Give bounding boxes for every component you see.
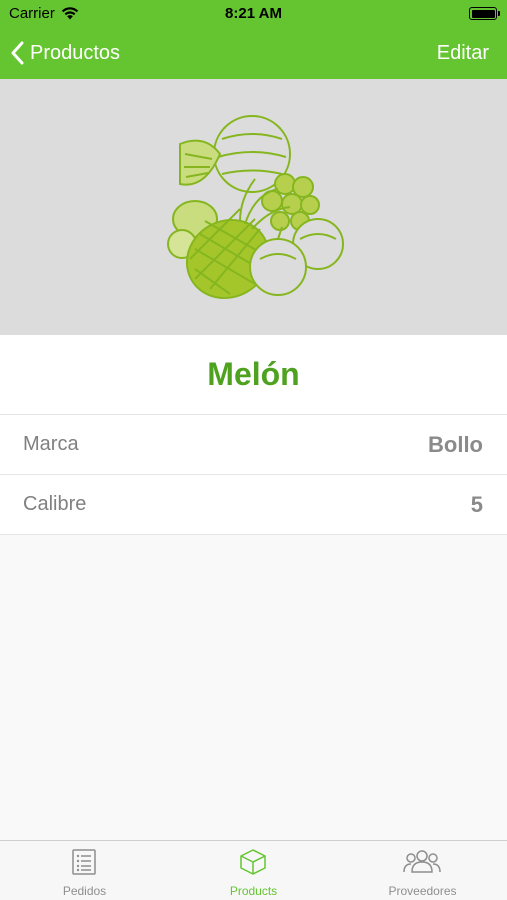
status-time: 8:21 AM — [225, 5, 282, 22]
back-button-label: Productos — [30, 41, 121, 64]
product-title: Melón — [207, 356, 300, 392]
tab-label: Proveedores — [388, 884, 457, 898]
tab-label: Pedidos — [62, 884, 107, 898]
product-title-row: Melón — [0, 335, 507, 415]
tab-proveedores[interactable]: Proveedores — [338, 841, 507, 900]
chevron-left-icon — [11, 41, 24, 65]
battery-icon — [469, 7, 500, 20]
field-row-calibre[interactable]: Calibre 5 — [0, 475, 507, 535]
people-icon — [403, 850, 441, 873]
fruit-illustration — [167, 115, 344, 300]
tab-bar: Pedidos Products Proveedores — [0, 840, 507, 900]
navigation-bar: Productos Editar — [0, 28, 507, 79]
tab-label: Products — [229, 884, 278, 898]
status-bar: Carrier 8:21 AM — [0, 0, 507, 28]
list-icon — [72, 849, 96, 875]
product-image-area — [0, 79, 507, 335]
field-value: 5 — [470, 492, 483, 517]
edit-button[interactable]: Editar — [437, 42, 489, 65]
tab-products[interactable]: Products — [169, 841, 338, 900]
tab-pedidos[interactable]: Pedidos — [0, 841, 169, 900]
field-label: Calibre — [23, 493, 87, 515]
box-icon — [240, 849, 266, 875]
back-button[interactable]: Productos — [10, 38, 120, 68]
field-row-marca[interactable]: Marca Bollo — [0, 415, 507, 475]
field-value: Bollo — [428, 432, 483, 457]
field-label: Marca — [23, 433, 79, 455]
